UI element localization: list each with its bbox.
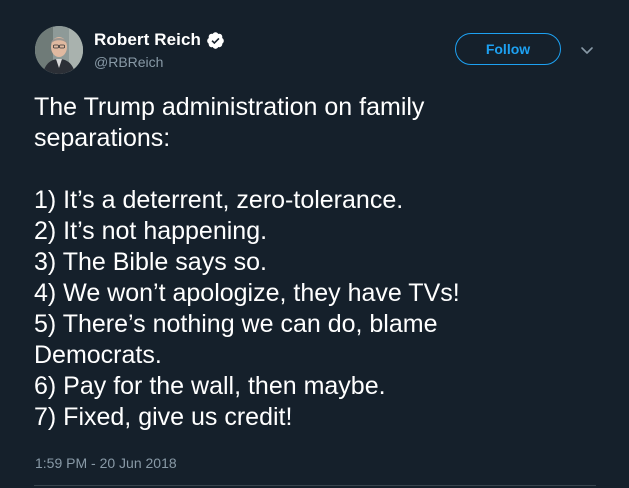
chevron-down-icon[interactable] — [578, 41, 596, 59]
tweet-line: The Trump administration on family — [34, 93, 425, 121]
list-item: 1) It’s a deterrent, zero-tolerance. — [34, 186, 404, 214]
list-item: 4) We won’t apologize, they have TVs! — [34, 279, 460, 307]
list-item: 5) There’s nothing we can do, blame — [34, 310, 438, 338]
display-name[interactable]: Robert Reich — [94, 30, 201, 50]
timestamp[interactable]: 1:59 PM - 20 Jun 2018 — [35, 455, 177, 471]
list-item: Democrats. — [34, 341, 162, 369]
name-row: Robert Reich — [94, 29, 225, 51]
list-item: 2) It’s not happening. — [34, 217, 268, 245]
avatar[interactable] — [35, 26, 83, 74]
tweet-card: Robert Reich @RBReich Follow The Trump a… — [0, 0, 629, 488]
list-item: 7) Fixed, give us credit! — [34, 403, 293, 431]
list-item: 3) The Bible says so. — [34, 248, 267, 276]
tweet-line: separations: — [34, 124, 171, 152]
divider — [34, 485, 596, 486]
verified-badge-icon — [206, 31, 225, 50]
list-item: 6) Pay for the wall, then maybe. — [34, 372, 386, 400]
tweet-text: The Trump administration on family separ… — [34, 92, 614, 433]
author-info: Robert Reich @RBReich — [94, 29, 225, 70]
handle[interactable]: @RBReich — [94, 54, 225, 70]
follow-button[interactable]: Follow — [455, 33, 561, 65]
